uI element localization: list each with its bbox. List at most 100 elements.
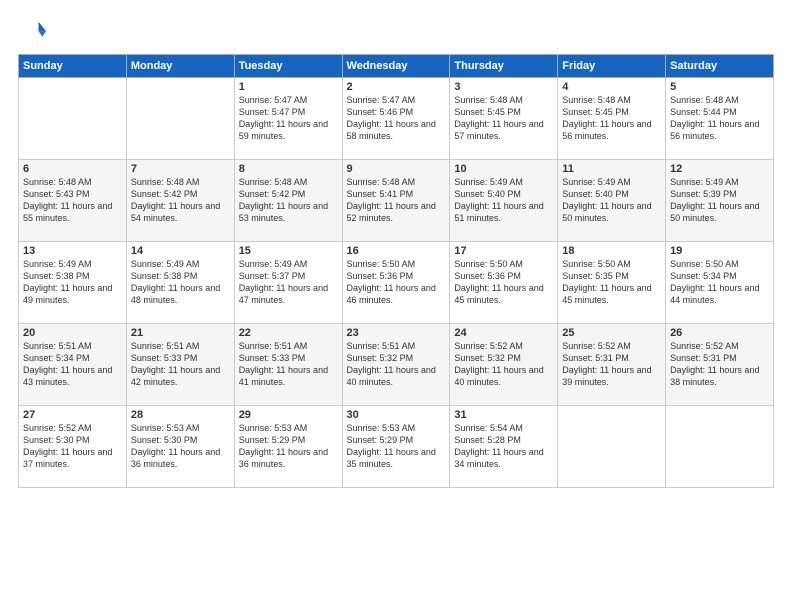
week-row-1: 1Sunrise: 5:47 AM Sunset: 5:47 PM Daylig…	[19, 78, 774, 160]
day-number: 25	[562, 327, 661, 339]
day-cell: 5Sunrise: 5:48 AM Sunset: 5:44 PM Daylig…	[666, 78, 774, 160]
day-info: Sunrise: 5:53 AM Sunset: 5:30 PM Dayligh…	[131, 422, 230, 471]
day-number: 29	[239, 409, 338, 421]
day-info: Sunrise: 5:52 AM Sunset: 5:30 PM Dayligh…	[23, 422, 122, 471]
day-number: 28	[131, 409, 230, 421]
day-cell: 8Sunrise: 5:48 AM Sunset: 5:42 PM Daylig…	[234, 160, 342, 242]
day-number: 12	[670, 163, 769, 175]
day-number: 17	[454, 245, 553, 257]
day-cell: 31Sunrise: 5:54 AM Sunset: 5:28 PM Dayli…	[450, 406, 558, 488]
day-number: 4	[562, 81, 661, 93]
weekday-header-sunday: Sunday	[19, 55, 127, 78]
weekday-header-saturday: Saturday	[666, 55, 774, 78]
calendar: SundayMondayTuesdayWednesdayThursdayFrid…	[18, 54, 774, 488]
day-info: Sunrise: 5:48 AM Sunset: 5:43 PM Dayligh…	[23, 176, 122, 225]
day-cell: 25Sunrise: 5:52 AM Sunset: 5:31 PM Dayli…	[558, 324, 666, 406]
weekday-header-friday: Friday	[558, 55, 666, 78]
day-info: Sunrise: 5:51 AM Sunset: 5:32 PM Dayligh…	[347, 340, 446, 389]
day-number: 22	[239, 327, 338, 339]
day-number: 2	[347, 81, 446, 93]
day-number: 14	[131, 245, 230, 257]
day-info: Sunrise: 5:48 AM Sunset: 5:42 PM Dayligh…	[239, 176, 338, 225]
day-number: 5	[670, 81, 769, 93]
day-number: 3	[454, 81, 553, 93]
day-info: Sunrise: 5:48 AM Sunset: 5:41 PM Dayligh…	[347, 176, 446, 225]
day-cell: 4Sunrise: 5:48 AM Sunset: 5:45 PM Daylig…	[558, 78, 666, 160]
day-cell: 14Sunrise: 5:49 AM Sunset: 5:38 PM Dayli…	[126, 242, 234, 324]
day-cell: 28Sunrise: 5:53 AM Sunset: 5:30 PM Dayli…	[126, 406, 234, 488]
day-info: Sunrise: 5:50 AM Sunset: 5:36 PM Dayligh…	[454, 258, 553, 307]
day-cell: 11Sunrise: 5:49 AM Sunset: 5:40 PM Dayli…	[558, 160, 666, 242]
day-cell: 19Sunrise: 5:50 AM Sunset: 5:34 PM Dayli…	[666, 242, 774, 324]
day-cell: 27Sunrise: 5:52 AM Sunset: 5:30 PM Dayli…	[19, 406, 127, 488]
day-cell: 21Sunrise: 5:51 AM Sunset: 5:33 PM Dayli…	[126, 324, 234, 406]
day-number: 11	[562, 163, 661, 175]
day-number: 23	[347, 327, 446, 339]
day-info: Sunrise: 5:50 AM Sunset: 5:35 PM Dayligh…	[562, 258, 661, 307]
day-cell: 26Sunrise: 5:52 AM Sunset: 5:31 PM Dayli…	[666, 324, 774, 406]
day-number: 8	[239, 163, 338, 175]
day-number: 21	[131, 327, 230, 339]
day-number: 13	[23, 245, 122, 257]
day-info: Sunrise: 5:52 AM Sunset: 5:31 PM Dayligh…	[670, 340, 769, 389]
day-info: Sunrise: 5:50 AM Sunset: 5:34 PM Dayligh…	[670, 258, 769, 307]
weekday-header-thursday: Thursday	[450, 55, 558, 78]
day-cell: 7Sunrise: 5:48 AM Sunset: 5:42 PM Daylig…	[126, 160, 234, 242]
day-cell: 30Sunrise: 5:53 AM Sunset: 5:29 PM Dayli…	[342, 406, 450, 488]
day-cell: 12Sunrise: 5:49 AM Sunset: 5:39 PM Dayli…	[666, 160, 774, 242]
day-number: 7	[131, 163, 230, 175]
day-info: Sunrise: 5:49 AM Sunset: 5:38 PM Dayligh…	[23, 258, 122, 307]
day-info: Sunrise: 5:52 AM Sunset: 5:31 PM Dayligh…	[562, 340, 661, 389]
day-info: Sunrise: 5:48 AM Sunset: 5:45 PM Dayligh…	[562, 94, 661, 143]
day-cell: 2Sunrise: 5:47 AM Sunset: 5:46 PM Daylig…	[342, 78, 450, 160]
day-info: Sunrise: 5:53 AM Sunset: 5:29 PM Dayligh…	[239, 422, 338, 471]
day-info: Sunrise: 5:48 AM Sunset: 5:45 PM Dayligh…	[454, 94, 553, 143]
day-info: Sunrise: 5:51 AM Sunset: 5:34 PM Dayligh…	[23, 340, 122, 389]
logo	[18, 18, 50, 46]
week-row-4: 20Sunrise: 5:51 AM Sunset: 5:34 PM Dayli…	[19, 324, 774, 406]
day-cell: 9Sunrise: 5:48 AM Sunset: 5:41 PM Daylig…	[342, 160, 450, 242]
day-info: Sunrise: 5:47 AM Sunset: 5:47 PM Dayligh…	[239, 94, 338, 143]
day-cell: 20Sunrise: 5:51 AM Sunset: 5:34 PM Dayli…	[19, 324, 127, 406]
day-info: Sunrise: 5:51 AM Sunset: 5:33 PM Dayligh…	[239, 340, 338, 389]
day-number: 20	[23, 327, 122, 339]
day-cell	[558, 406, 666, 488]
day-cell: 23Sunrise: 5:51 AM Sunset: 5:32 PM Dayli…	[342, 324, 450, 406]
day-number: 18	[562, 245, 661, 257]
day-cell	[19, 78, 127, 160]
day-cell: 16Sunrise: 5:50 AM Sunset: 5:36 PM Dayli…	[342, 242, 450, 324]
day-info: Sunrise: 5:49 AM Sunset: 5:40 PM Dayligh…	[562, 176, 661, 225]
day-cell: 10Sunrise: 5:49 AM Sunset: 5:40 PM Dayli…	[450, 160, 558, 242]
day-cell: 24Sunrise: 5:52 AM Sunset: 5:32 PM Dayli…	[450, 324, 558, 406]
day-cell: 18Sunrise: 5:50 AM Sunset: 5:35 PM Dayli…	[558, 242, 666, 324]
logo-icon	[18, 18, 46, 46]
day-info: Sunrise: 5:49 AM Sunset: 5:39 PM Dayligh…	[670, 176, 769, 225]
day-cell: 13Sunrise: 5:49 AM Sunset: 5:38 PM Dayli…	[19, 242, 127, 324]
weekday-header-tuesday: Tuesday	[234, 55, 342, 78]
day-number: 15	[239, 245, 338, 257]
day-info: Sunrise: 5:49 AM Sunset: 5:38 PM Dayligh…	[131, 258, 230, 307]
weekday-header-monday: Monday	[126, 55, 234, 78]
day-info: Sunrise: 5:54 AM Sunset: 5:28 PM Dayligh…	[454, 422, 553, 471]
day-number: 9	[347, 163, 446, 175]
day-cell	[126, 78, 234, 160]
day-number: 6	[23, 163, 122, 175]
week-row-2: 6Sunrise: 5:48 AM Sunset: 5:43 PM Daylig…	[19, 160, 774, 242]
day-number: 16	[347, 245, 446, 257]
day-cell	[666, 406, 774, 488]
day-cell: 29Sunrise: 5:53 AM Sunset: 5:29 PM Dayli…	[234, 406, 342, 488]
header	[18, 18, 774, 46]
day-cell: 6Sunrise: 5:48 AM Sunset: 5:43 PM Daylig…	[19, 160, 127, 242]
day-info: Sunrise: 5:52 AM Sunset: 5:32 PM Dayligh…	[454, 340, 553, 389]
weekday-header-row: SundayMondayTuesdayWednesdayThursdayFrid…	[19, 55, 774, 78]
day-number: 10	[454, 163, 553, 175]
day-info: Sunrise: 5:49 AM Sunset: 5:37 PM Dayligh…	[239, 258, 338, 307]
day-number: 31	[454, 409, 553, 421]
day-info: Sunrise: 5:48 AM Sunset: 5:44 PM Dayligh…	[670, 94, 769, 143]
day-info: Sunrise: 5:51 AM Sunset: 5:33 PM Dayligh…	[131, 340, 230, 389]
page: SundayMondayTuesdayWednesdayThursdayFrid…	[0, 0, 792, 612]
weekday-header-wednesday: Wednesday	[342, 55, 450, 78]
day-cell: 22Sunrise: 5:51 AM Sunset: 5:33 PM Dayli…	[234, 324, 342, 406]
week-row-5: 27Sunrise: 5:52 AM Sunset: 5:30 PM Dayli…	[19, 406, 774, 488]
day-cell: 1Sunrise: 5:47 AM Sunset: 5:47 PM Daylig…	[234, 78, 342, 160]
